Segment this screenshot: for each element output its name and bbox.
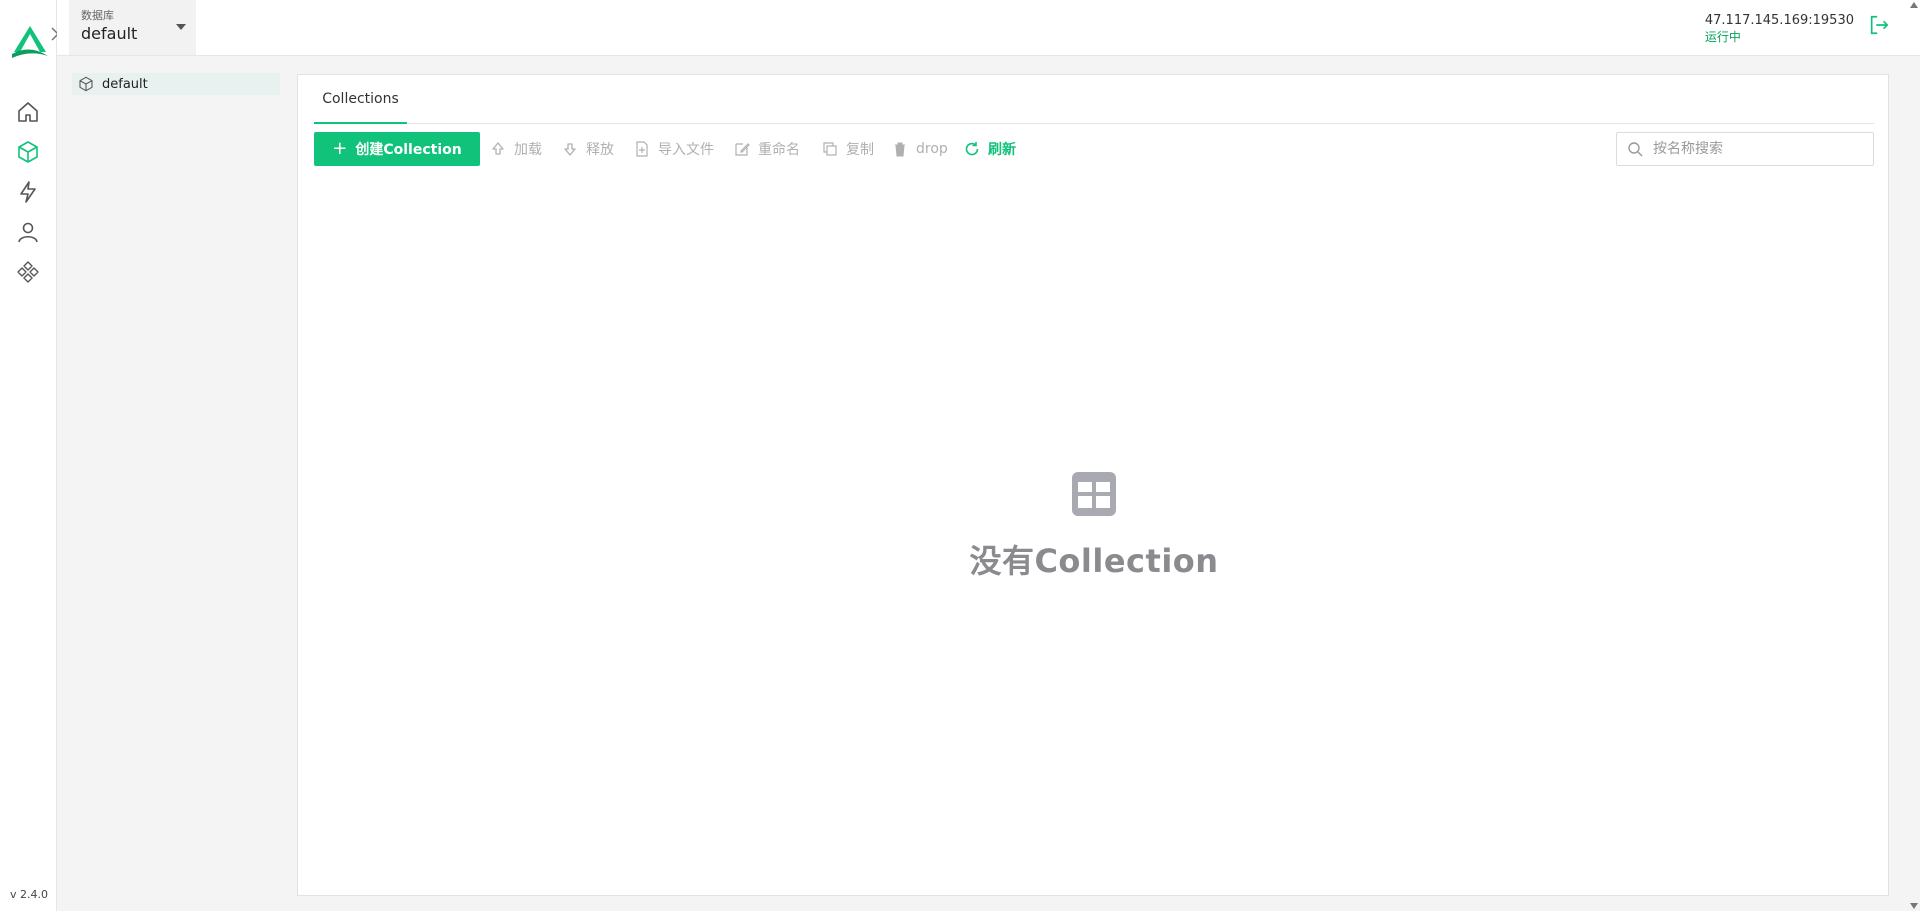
database-sidebar: default bbox=[57, 56, 297, 911]
search-box[interactable] bbox=[1616, 132, 1874, 166]
sidebar-item-default[interactable]: default bbox=[72, 73, 280, 95]
version-label: v 2.4.0 bbox=[10, 888, 48, 901]
tab-collections[interactable]: Collections bbox=[314, 75, 407, 124]
empty-state: 没有Collection bbox=[298, 470, 1890, 582]
collections-toolbar: + 创建Collection 加载 释放 导入文件 重命名 复制 drop 刷新… bbox=[314, 132, 1874, 166]
connection-info: 47.117.145.169:19530 运行中 bbox=[1705, 12, 1854, 45]
home-icon bbox=[18, 102, 38, 122]
server-address: 47.117.145.169:19530 bbox=[1704, 13, 1854, 28]
load-button[interactable]: 加载 bbox=[490, 132, 542, 166]
create-collection-button[interactable]: + 创建Collection bbox=[314, 132, 480, 166]
release-label: 释放 bbox=[586, 142, 614, 158]
nav-databases[interactable] bbox=[12, 136, 44, 168]
database-cube-icon bbox=[18, 141, 38, 163]
tab-bar: Collections bbox=[314, 75, 1874, 124]
duplicate-label: 复制 bbox=[846, 142, 874, 158]
empty-state-text: 没有Collection bbox=[969, 542, 1219, 580]
milvus-logo[interactable] bbox=[10, 24, 50, 60]
load-label: 加载 bbox=[514, 142, 542, 158]
nav-search[interactable] bbox=[12, 176, 44, 208]
plus-icon: + bbox=[332, 138, 348, 159]
refresh-icon bbox=[965, 142, 979, 156]
sidebar-item-label: default bbox=[102, 76, 148, 92]
nav-users[interactable] bbox=[12, 216, 44, 248]
duplicate-button[interactable]: 复制 bbox=[822, 132, 874, 166]
search-icon bbox=[1628, 142, 1643, 157]
top-header: 数据库 default 47.117.145.169:19530 运行中 bbox=[57, 0, 1920, 56]
collections-card: Collections + 创建Collection 加载 释放 导入文件 重命… bbox=[297, 74, 1889, 896]
create-collection-label: 创建Collection bbox=[355, 142, 462, 158]
database-select-value: default bbox=[81, 24, 138, 43]
plugins-icon bbox=[17, 261, 39, 283]
lightning-icon bbox=[20, 181, 36, 203]
search-input[interactable] bbox=[1651, 140, 1851, 158]
scrollbar-down-arrow[interactable] bbox=[1910, 903, 1918, 909]
refresh-button[interactable]: 刷新 bbox=[964, 132, 1016, 166]
table-grid-icon bbox=[1072, 472, 1116, 516]
download-arrow-icon bbox=[564, 143, 576, 156]
rename-label: 重命名 bbox=[758, 142, 800, 158]
caret-down-icon bbox=[176, 24, 186, 30]
server-status: 运行中 bbox=[1704, 30, 1741, 44]
refresh-label: 刷新 bbox=[988, 142, 1016, 158]
nav-system[interactable] bbox=[12, 256, 44, 288]
edit-icon bbox=[735, 143, 750, 156]
drop-label: drop bbox=[916, 141, 948, 157]
rename-button[interactable]: 重命名 bbox=[734, 132, 800, 166]
nav-rail: v 2.4.0 bbox=[0, 0, 60, 911]
database-select[interactable]: 数据库 default bbox=[69, 0, 196, 55]
database-select-label: 数据库 bbox=[81, 9, 114, 22]
logout-icon[interactable] bbox=[1868, 14, 1890, 36]
import-file-label: 导入文件 bbox=[658, 142, 714, 158]
nav-home[interactable] bbox=[12, 96, 44, 128]
user-icon bbox=[18, 222, 38, 243]
release-button[interactable]: 释放 bbox=[562, 132, 614, 166]
import-file-button[interactable]: 导入文件 bbox=[634, 132, 714, 166]
drop-button[interactable]: drop bbox=[892, 132, 948, 166]
upload-arrow-icon bbox=[492, 142, 504, 155]
cube-icon bbox=[79, 76, 93, 92]
trash-icon bbox=[895, 142, 905, 157]
scrollbar-up-arrow[interactable] bbox=[1910, 2, 1918, 8]
copy-icon bbox=[823, 142, 837, 156]
file-add-icon bbox=[636, 141, 648, 157]
